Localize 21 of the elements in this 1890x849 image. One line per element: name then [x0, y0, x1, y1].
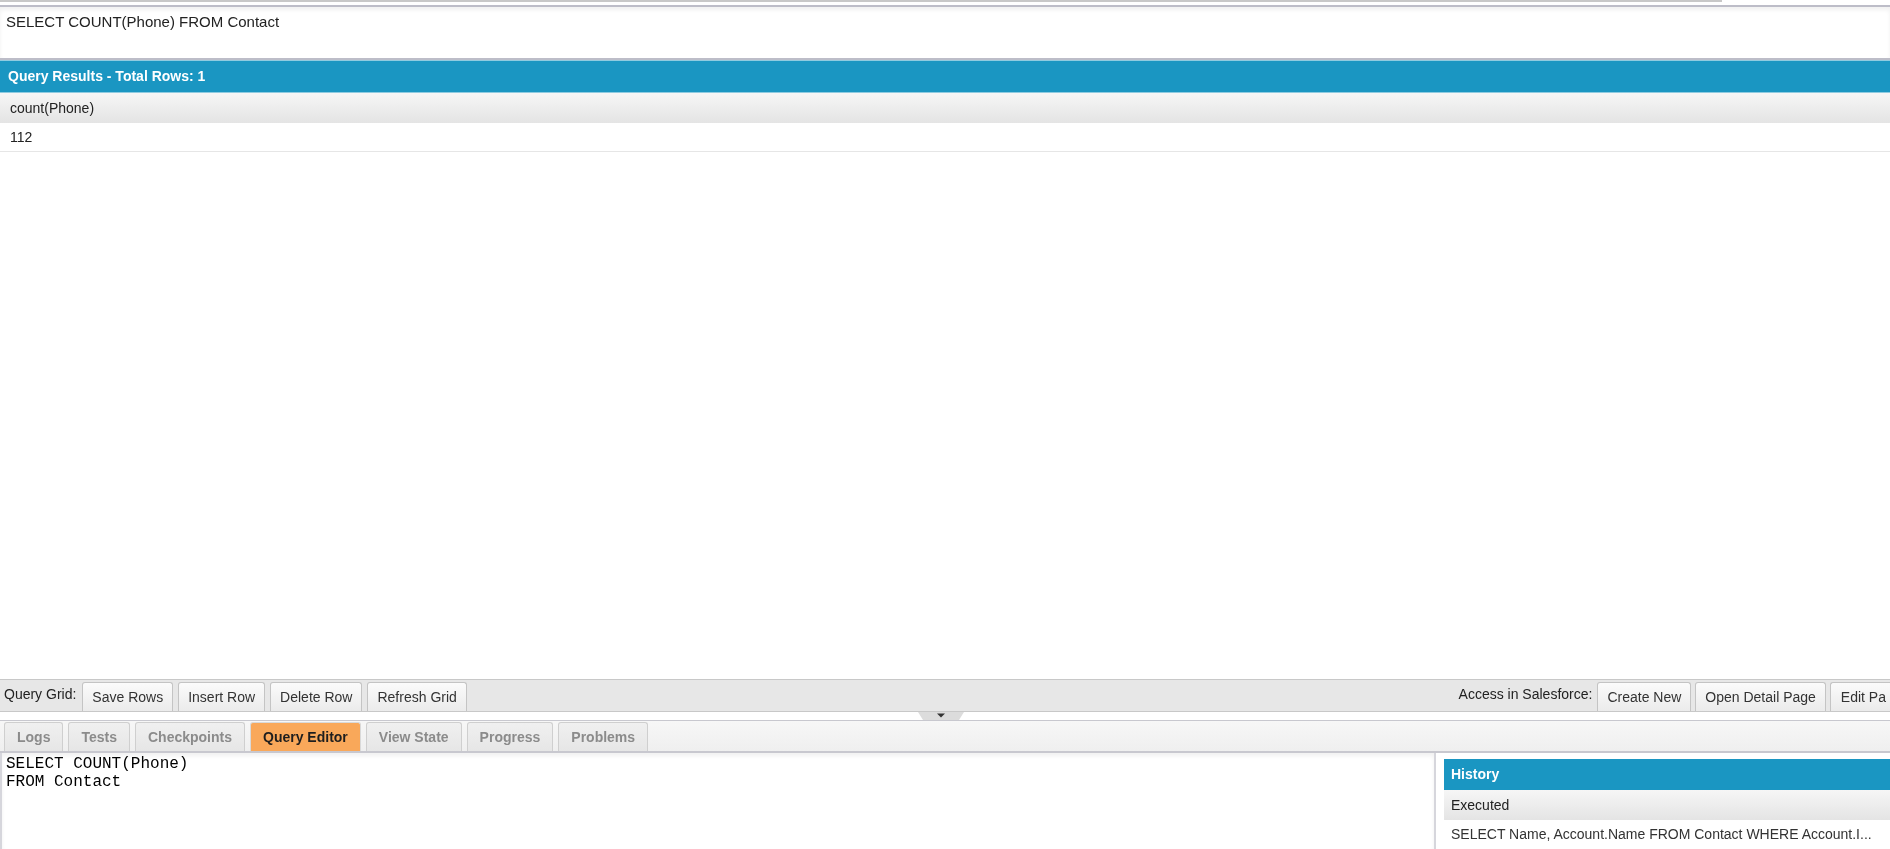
- toolbar-button[interactable]: Insert Row: [178, 682, 266, 711]
- history-entry[interactable]: SELECT Name, Account.Name FROM Contact WHERE Account.I...: [1444, 820, 1890, 849]
- toolbar-label: Access in Salesforce:: [1458, 685, 1593, 704]
- caret-down-icon[interactable]: [918, 712, 964, 720]
- code-editor[interactable]: SELECT COUNT(Phone) FROM Contact: [0, 753, 1436, 849]
- toolbar-button[interactable]: Delete Row: [270, 682, 363, 711]
- toolbar-button[interactable]: Edit Pa: [1829, 682, 1890, 711]
- code-line: FROM Contact: [6, 773, 123, 791]
- column-header[interactable]: count(Phone): [0, 93, 1890, 123]
- query-field[interactable]: SELECT COUNT(Phone) FROM Contact: [0, 5, 1890, 60]
- toolbar-button[interactable]: Refresh Grid: [367, 682, 467, 711]
- toolbar-button[interactable]: Create New: [1597, 682, 1692, 711]
- toolbar-button[interactable]: Open Detail Page: [1695, 682, 1826, 711]
- results-title-bar: Query Results - Total Rows: 1: [0, 60, 1890, 93]
- toolbar-button[interactable]: Save Rows: [82, 682, 174, 711]
- table-cell-text: 112: [9, 127, 34, 147]
- tab[interactable]: Query Editor: [250, 722, 361, 751]
- code-line: SELECT COUNT(Phone): [6, 755, 190, 773]
- column-header[interactable]: Executed: [1444, 790, 1890, 820]
- history-title-bar: History: [1444, 759, 1890, 790]
- toolbar-label: Query Grid:: [4, 685, 77, 704]
